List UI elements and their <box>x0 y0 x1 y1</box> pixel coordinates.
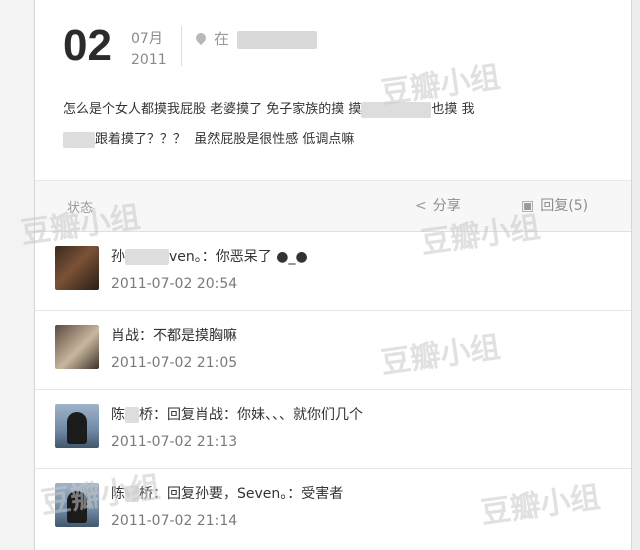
avatar-figure <box>67 491 87 523</box>
share-icon: < <box>415 198 427 214</box>
post-text: 怎么是个女人都摸我屁股 老婆摸了 免子家族的摸 摸 也摸 我 跟着摸了？？？ 虽然… <box>63 95 623 155</box>
comment-item: 陈桥：回复肖战：你妹、、、就你们几个 2011-07-02 21:13 <box>35 390 631 469</box>
comment-content: 肖战：不都是摸胸嘛 <box>111 325 237 345</box>
location-redacted <box>237 30 318 49</box>
post-header: 02 07月 2011 在 <box>63 22 603 82</box>
comment-text: 你恶呆了 ●_● <box>215 249 308 265</box>
comment-text: 回复孙要，Seven。：受害者 <box>167 486 344 502</box>
comment-content: 陈桥：回复肖战：你妹、、、就你们几个 <box>111 404 363 424</box>
comment-list: 孙 ven。：你恶呆了 ●_● 2011-07-02 20:54 肖战：不都是摸胸… <box>35 232 631 547</box>
comment-time: 2011-07-02 21:13 <box>111 434 238 450</box>
comment-time: 2011-07-02 21:05 <box>111 355 238 371</box>
avatar-figure <box>67 412 87 444</box>
comment-time: 2011-07-02 21:14 <box>111 513 238 529</box>
post-body-line1-a: 怎么是个女人都摸我屁股 老婆摸了 免子家族的摸 摸 <box>63 102 362 117</box>
redacted-name <box>125 486 139 502</box>
name-separator: ： <box>153 407 167 423</box>
comment-text: 不都是摸胸嘛 <box>153 328 237 344</box>
commenter-name-part: 陈 <box>111 407 125 423</box>
share-label: 分享 <box>432 198 461 214</box>
avatar[interactable] <box>55 246 99 290</box>
commenter-name-part: 桥 <box>139 486 153 502</box>
commenter-name[interactable]: 孙 ven。 <box>111 249 202 265</box>
name-separator: ： <box>139 328 153 344</box>
comment-text: 回复肖战：你妹、、、就你们几个 <box>167 407 363 423</box>
redacted-name <box>125 249 169 265</box>
comment-content: 陈桥：回复孙要，Seven。：受害者 <box>111 483 343 503</box>
post-month: 07月 <box>131 31 163 47</box>
post-day: 02 <box>63 21 112 70</box>
commenter-name[interactable]: 陈桥 <box>111 407 153 423</box>
commenter-name-part: 孙 <box>111 249 125 265</box>
name-separator: ： <box>201 249 216 265</box>
comment-time: 2011-07-02 20:54 <box>111 276 238 292</box>
post-body-line2-b: 虽然屁股是很性感 低调点嘛 <box>194 132 355 147</box>
commenter-name-part: 肖战 <box>111 328 139 344</box>
comment-item: 肖战：不都是摸胸嘛 2011-07-02 21:05 <box>35 311 631 390</box>
location-prefix: 在 <box>214 30 230 48</box>
commenter-name-part: 陈 <box>111 486 125 502</box>
reply-label: 回复(5) <box>540 198 589 214</box>
commenter-name[interactable]: 陈桥 <box>111 486 153 502</box>
reply-button[interactable]: ▣ 回复(5) <box>521 195 588 215</box>
redacted-text <box>361 101 432 118</box>
location[interactable]: 在 <box>193 28 318 49</box>
commenter-name-part: ven。 <box>169 249 202 265</box>
avatar[interactable] <box>55 483 99 527</box>
left-gutter <box>0 0 35 550</box>
status-label: 状态 <box>67 201 94 216</box>
redacted-name <box>125 407 139 423</box>
comment-content: 孙 ven。：你恶呆了 ●_● <box>111 246 308 266</box>
share-button[interactable]: < 分享 <box>415 195 461 215</box>
post-card: 02 07月 2011 在 怎么是个女人都摸我屁股 老婆摸了 免子家族的摸 摸 也… <box>34 0 632 550</box>
name-separator: ： <box>153 486 167 502</box>
comment-item: 陈桥：回复孙要，Seven。：受害者 2011-07-02 21:14 <box>35 469 631 547</box>
commenter-name-part: 桥 <box>139 407 153 423</box>
comment-icon: ▣ <box>521 198 535 214</box>
location-pin-icon <box>193 30 209 46</box>
comment-item: 孙 ven。：你恶呆了 ●_● 2011-07-02 20:54 <box>35 232 631 311</box>
avatar[interactable] <box>55 325 99 369</box>
post-body-line2-a: 跟着摸了？？？ <box>95 132 187 147</box>
redacted-text <box>63 131 95 148</box>
post-year: 2011 <box>131 52 167 68</box>
avatar[interactable] <box>55 404 99 448</box>
header-divider <box>181 26 182 66</box>
post-action-bar: 状态 < 分享 ▣ 回复(5) <box>35 180 631 232</box>
page: 02 07月 2011 在 怎么是个女人都摸我屁股 老婆摸了 免子家族的摸 摸 也… <box>0 0 640 550</box>
commenter-name[interactable]: 肖战 <box>111 328 139 344</box>
post-body-line1-b: 也摸 我 <box>431 102 475 117</box>
